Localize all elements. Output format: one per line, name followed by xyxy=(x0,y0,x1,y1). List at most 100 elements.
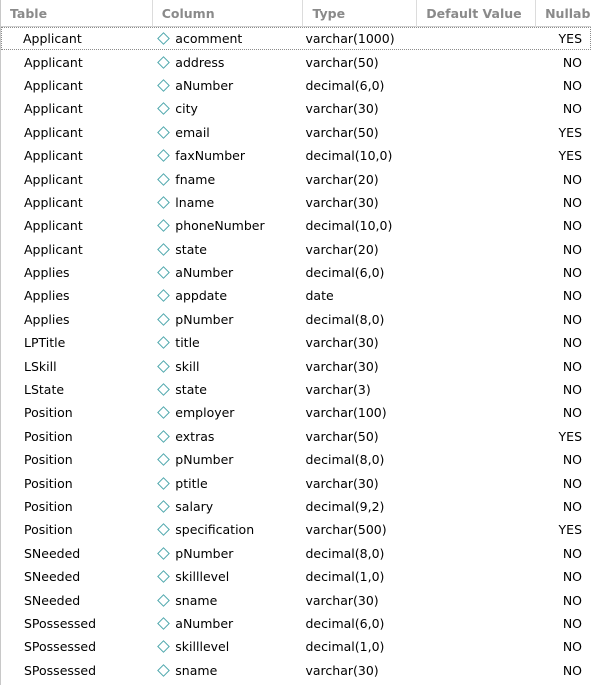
cell-column-name: aNumber xyxy=(153,262,303,283)
column-name-label: fname xyxy=(175,171,216,187)
table-row[interactable]: Applicant lname varchar(30) NO xyxy=(1,191,591,214)
cell-table-name: Applies xyxy=(24,288,70,304)
column-name-label: pNumber xyxy=(175,452,234,468)
cell-default-value xyxy=(417,355,535,376)
cell-data-type: varchar(20) xyxy=(305,241,379,257)
table-row[interactable]: Position ptitle varchar(30) NO xyxy=(1,471,591,494)
cell-nullable: NO xyxy=(562,171,583,187)
table-row[interactable]: SPossessed skilllevel decimal(1,0) NO xyxy=(1,635,591,658)
cell-table-name: LSkill xyxy=(24,358,57,374)
cell-data-type: varchar(500) xyxy=(305,522,387,538)
table-row[interactable]: Position pNumber decimal(8,0) NO xyxy=(1,448,591,471)
table-row[interactable]: Applies pNumber decimal(8,0) NO xyxy=(1,308,591,331)
cell-nullable: NO xyxy=(562,101,583,117)
cell-data-type: varchar(30) xyxy=(305,335,379,351)
cell-column-name: appdate xyxy=(153,285,303,306)
cell-table-name: SNeeded xyxy=(24,569,81,585)
cell-column-name: title xyxy=(153,332,303,353)
table-row[interactable]: Applies appdate date NO xyxy=(1,284,591,307)
table-row[interactable]: Position specification varchar(500) YES xyxy=(1,518,591,541)
cell-column-name: fname xyxy=(153,168,303,189)
diamond-icon xyxy=(157,664,170,677)
table-row[interactable]: SNeeded sname varchar(30) NO xyxy=(1,588,591,611)
table-row[interactable]: LPTitle title varchar(30) NO xyxy=(1,331,591,354)
cell-column-name: pNumber xyxy=(153,543,303,564)
table-row[interactable]: Applicant state varchar(20) NO xyxy=(1,238,591,261)
cell-default-value xyxy=(417,379,535,400)
column-header-default-value[interactable]: Default Value xyxy=(417,0,537,27)
schema-columns-grid: Table Column Type Default Value Nullab A… xyxy=(0,0,591,685)
cell-data-type: varchar(50) xyxy=(305,428,379,444)
cell-nullable: NO xyxy=(562,569,583,585)
table-row[interactable]: Applicant acomment varchar(1000) YES xyxy=(1,27,591,51)
column-name-label: aNumber xyxy=(175,77,234,93)
diamond-icon xyxy=(157,570,170,583)
cell-column-name: lname xyxy=(153,192,303,213)
table-row[interactable]: Applicant email varchar(50) YES xyxy=(1,121,591,144)
cell-column-name: aNumber xyxy=(153,613,303,634)
table-row[interactable]: Applicant phoneNumber decimal(10,0) NO xyxy=(1,214,591,237)
cell-default-value xyxy=(417,496,535,517)
table-row[interactable]: Applicant fname varchar(20) NO xyxy=(1,167,591,190)
cell-column-name: specification xyxy=(153,519,303,540)
cell-nullable: NO xyxy=(562,639,583,655)
table-row[interactable]: Applicant aNumber decimal(6,0) NO xyxy=(1,74,591,97)
cell-table-name: Applicant xyxy=(24,171,83,187)
cell-nullable: NO xyxy=(562,452,583,468)
table-row[interactable]: LState state varchar(3) NO xyxy=(1,378,591,401)
cell-default-value xyxy=(417,75,535,96)
column-header-type[interactable]: Type xyxy=(303,0,418,27)
cell-data-type: decimal(10,0) xyxy=(305,148,393,164)
column-name-label: state xyxy=(175,382,207,398)
table-row[interactable]: Applicant city varchar(30) NO xyxy=(1,97,591,120)
column-name-label: lname xyxy=(175,194,215,210)
cell-data-type: date xyxy=(305,288,334,304)
diamond-icon xyxy=(157,640,170,653)
grid-header-row: Table Column Type Default Value Nullab xyxy=(1,0,591,27)
cell-table-name: Applies xyxy=(24,265,70,281)
column-name-label: skilllevel xyxy=(175,639,230,655)
cell-default-value xyxy=(417,426,535,447)
cell-column-name: state xyxy=(153,239,303,260)
table-row[interactable]: SPossessed aNumber decimal(6,0) NO xyxy=(1,612,591,635)
cell-default-value xyxy=(417,215,535,236)
column-name-label: pNumber xyxy=(175,545,234,561)
cell-nullable: NO xyxy=(562,288,583,304)
cell-data-type: decimal(9,2) xyxy=(305,499,385,514)
table-row[interactable]: SPossessed sname varchar(30) NO xyxy=(1,659,591,682)
table-row[interactable]: LSkill skill varchar(30) NO xyxy=(1,354,591,377)
diamond-icon xyxy=(157,289,170,302)
column-header-column[interactable]: Column xyxy=(153,0,304,27)
cell-data-type: varchar(30) xyxy=(305,101,379,117)
cell-nullable: NO xyxy=(562,499,583,514)
cell-nullable: NO xyxy=(562,77,583,93)
table-row[interactable]: Applicant faxNumber decimal(10,0) YES xyxy=(1,144,591,167)
cell-nullable: NO xyxy=(562,615,583,631)
table-row[interactable]: SNeeded skilllevel decimal(1,0) NO xyxy=(1,565,591,588)
column-name-label: skill xyxy=(175,358,200,374)
table-row[interactable]: Applicant address varchar(50) NO xyxy=(1,50,591,73)
table-row[interactable]: Applies aNumber decimal(6,0) NO xyxy=(1,261,591,284)
column-name-label: sname xyxy=(175,592,218,608)
cell-default-value xyxy=(417,613,535,634)
cell-nullable: YES xyxy=(558,428,583,444)
cell-table-name: Applicant xyxy=(24,124,83,140)
table-row[interactable]: Position salary decimal(9,2) NO xyxy=(1,495,591,518)
cell-default-value xyxy=(417,449,535,470)
diamond-icon xyxy=(157,477,170,490)
column-name-label: title xyxy=(175,335,200,351)
cell-column-name: salary xyxy=(153,496,303,517)
cell-default-value xyxy=(417,285,535,306)
cell-data-type: varchar(20) xyxy=(305,171,379,187)
cell-nullable: NO xyxy=(562,311,583,327)
column-header-nullable[interactable]: Nullab xyxy=(536,0,591,27)
table-row[interactable]: Position extras varchar(50) YES xyxy=(1,425,591,448)
column-name-label: sname xyxy=(175,662,218,678)
diamond-icon xyxy=(157,32,170,45)
column-header-table[interactable]: Table xyxy=(1,0,153,27)
diamond-icon xyxy=(157,243,170,256)
table-row[interactable]: Position employer varchar(100) NO xyxy=(1,401,591,424)
table-row[interactable]: SNeeded pNumber decimal(8,0) NO xyxy=(1,542,591,565)
cell-column-name: faxNumber xyxy=(153,145,303,166)
cell-default-value xyxy=(417,168,535,189)
